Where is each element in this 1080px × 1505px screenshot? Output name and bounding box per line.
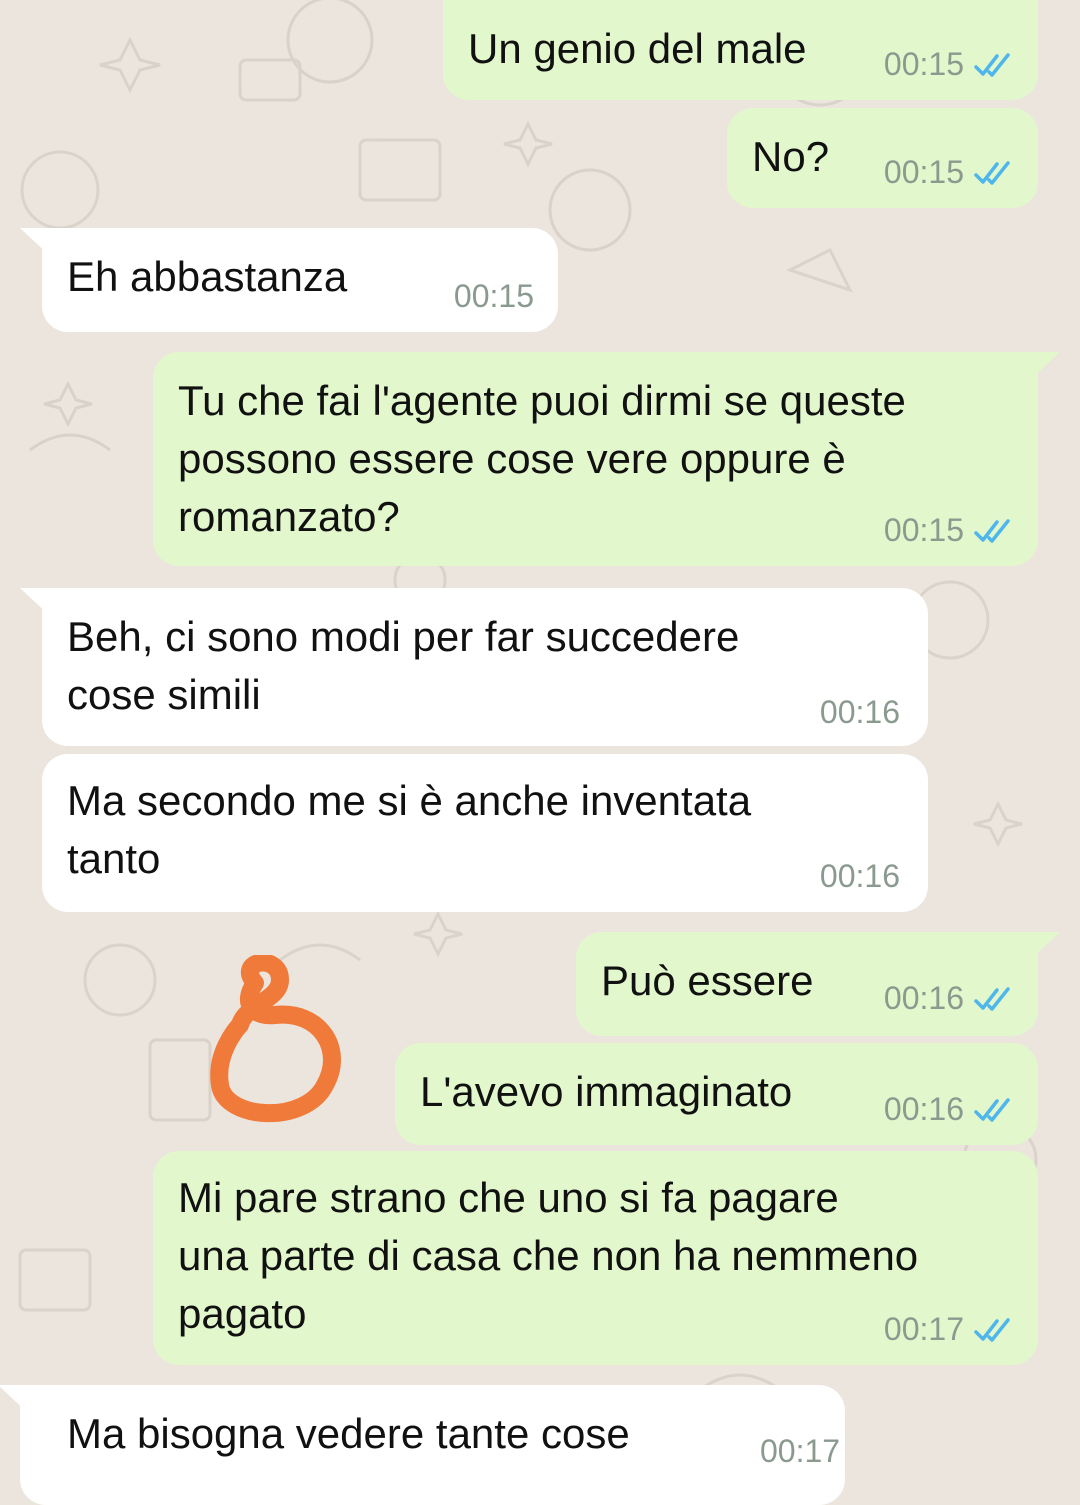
message-meta: 00:16 <box>820 858 900 895</box>
message-time: 00:15 <box>883 154 964 190</box>
double-check-icon <box>974 160 1010 185</box>
message-text: Tu che fai l'agente puoi dirmi se queste… <box>178 377 906 540</box>
outgoing-message-bubble[interactable]: Può essere 00:16 <box>576 932 1060 1036</box>
message-text: Ma bisogna vedere tante cose <box>67 1410 630 1457</box>
bubble-tail <box>0 1385 28 1413</box>
message-meta: 00:16 <box>820 694 900 731</box>
bubble-tail <box>20 228 50 256</box>
incoming-message-bubble[interactable]: Beh, ci sono modi per far succedere cose… <box>20 588 928 746</box>
message-meta: 00:15 <box>884 154 1014 191</box>
bubble-tail <box>1030 352 1060 380</box>
message-text: Eh abbastanza <box>67 253 348 300</box>
message-meta: 00:17 <box>884 1311 1014 1348</box>
outgoing-message-bubble[interactable]: Mi pare strano che uno si fa pagare una … <box>153 1151 1038 1365</box>
message-time: 00:16 <box>819 694 900 730</box>
handwritten-eight-annotation <box>210 955 341 1123</box>
message-text: Un genio del male <box>468 25 807 72</box>
message-meta: 00:16 <box>884 980 1014 1017</box>
message-text: Può essere <box>601 957 814 1004</box>
bubble-tail <box>20 588 50 616</box>
double-check-icon <box>974 1097 1010 1122</box>
incoming-message-bubble[interactable]: Eh abbastanza 00:15 <box>20 228 558 332</box>
message-text: No? <box>752 133 830 180</box>
message-meta: 00:16 <box>884 1091 1014 1128</box>
message-time: 00:16 <box>883 980 964 1016</box>
message-time: 00:15 <box>453 278 534 314</box>
message-time: 00:16 <box>883 1091 964 1127</box>
message-meta: 00:15 <box>454 278 534 315</box>
incoming-message-bubble[interactable]: Ma bisogna vedere tante cose 00:17 <box>0 1385 845 1505</box>
message-time: 00:15 <box>883 512 964 548</box>
message-time: 00:15 <box>883 46 964 82</box>
double-check-icon <box>974 52 1010 77</box>
outgoing-message-bubble[interactable]: Un genio del male 00:15 <box>443 0 1038 100</box>
message-time: 00:17 <box>760 1433 841 1469</box>
message-text: Mi pare strano che uno si fa pagare una … <box>178 1174 919 1337</box>
outgoing-message-bubble[interactable]: Tu che fai l'agente puoi dirmi se queste… <box>153 352 1060 566</box>
message-time: 00:16 <box>819 858 900 894</box>
bubble-tail <box>1030 932 1060 960</box>
message-meta: 00:17 <box>760 1433 845 1470</box>
message-text: Beh, ci sono modi per far succedere cose… <box>67 613 740 718</box>
message-time: 00:17 <box>883 1311 964 1347</box>
outgoing-message-bubble[interactable]: L'avevo immaginato 00:16 <box>395 1043 1038 1145</box>
message-meta: 00:15 <box>884 512 1014 549</box>
message-meta: 00:15 <box>884 46 1014 83</box>
double-check-icon <box>974 1317 1010 1342</box>
double-check-icon <box>974 986 1010 1011</box>
message-text: L'avevo immaginato <box>420 1068 793 1115</box>
outgoing-message-bubble[interactable]: No? 00:15 <box>727 108 1038 208</box>
double-check-icon <box>974 518 1010 543</box>
message-text: Ma secondo me si è anche inventata tanto <box>67 777 752 882</box>
incoming-message-bubble[interactable]: Ma secondo me si è anche inventata tanto… <box>42 754 928 912</box>
